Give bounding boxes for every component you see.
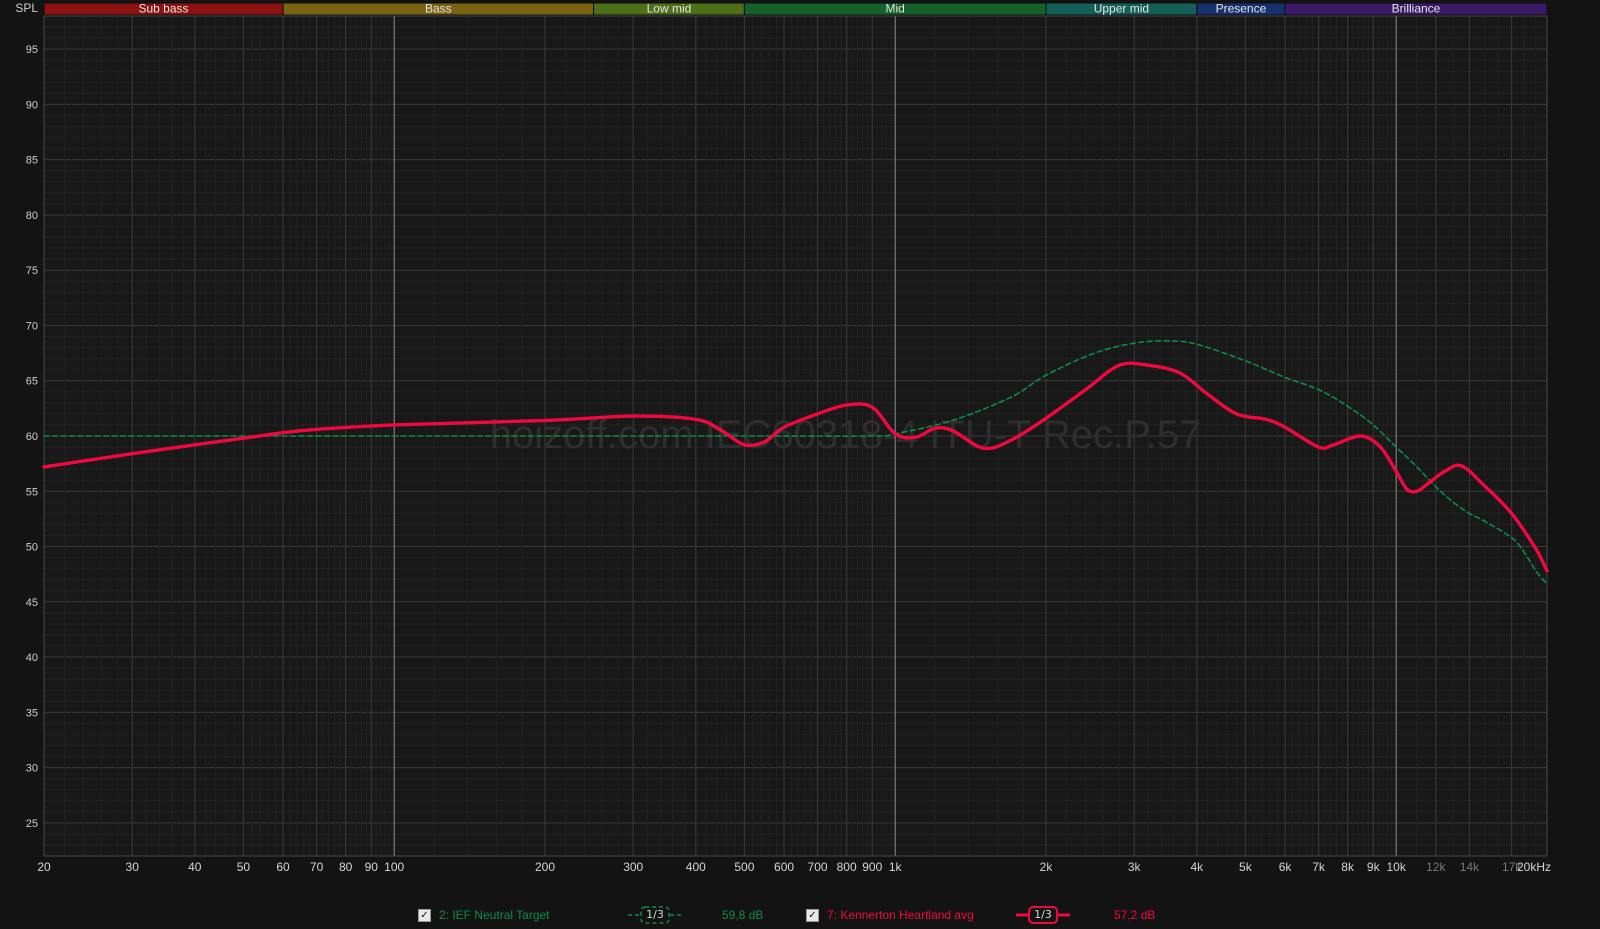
y-tick-label: 30 <box>26 763 38 775</box>
y-tick-label: 55 <box>26 486 38 498</box>
y-tick-label: 40 <box>26 652 38 664</box>
target-level: 59,8 dB <box>722 908 764 922</box>
band-label: Upper mid <box>1094 2 1149 16</box>
legend-item-measurement[interactable]: ✓ 7: Kennerton Heartland avg <box>806 903 974 927</box>
x-tick-label: 90 <box>365 860 379 874</box>
x-tick-label: 900 <box>862 860 882 874</box>
x-tick-label: 30 <box>126 860 140 874</box>
band-label: Low mid <box>647 2 692 16</box>
x-tick-label: 2k <box>1040 860 1054 874</box>
band-label: Brilliance <box>1392 2 1441 16</box>
target-smoothing-label: 1/3 <box>646 908 664 921</box>
band-label: Presence <box>1216 2 1267 16</box>
legend-item-target[interactable]: ✓ 2: IEF Neutral Target <box>418 903 550 927</box>
y-tick-label: 60 <box>26 431 38 443</box>
y-tick-label: 80 <box>26 210 38 222</box>
x-tick-label: 5k <box>1239 860 1253 874</box>
band-label: Sub bass <box>138 2 188 16</box>
y-tick-label: 25 <box>26 818 38 830</box>
y-tick-label: 90 <box>26 99 38 111</box>
target-series-name: 2: IEF Neutral Target <box>439 908 550 922</box>
y-axis-label: SPL <box>15 1 38 15</box>
y-tick-label: 50 <box>26 542 38 554</box>
x-tick-label: 10k <box>1387 860 1407 874</box>
x-tick-label: 8k <box>1341 860 1355 874</box>
y-tick-label: 95 <box>26 44 38 56</box>
x-tick-label: 600 <box>774 860 794 874</box>
band-label: Mid <box>886 2 905 16</box>
target-visibility-checkbox[interactable]: ✓ <box>418 908 431 922</box>
y-tick-label: 65 <box>26 376 38 388</box>
x-tick-label: 50 <box>237 860 251 874</box>
y-tick-labels: 25 30 35 40 45 50 55 60 65 70 75 80 85 90 95 <box>26 44 38 830</box>
x-tick-label: 40 <box>188 860 202 874</box>
measurement-visibility-checkbox[interactable]: ✓ <box>806 908 819 922</box>
x-tick-label: 6k <box>1279 860 1293 874</box>
measurement-smoothing-control[interactable]: 1/3 <box>1016 903 1070 927</box>
y-tick-label: 35 <box>26 707 38 719</box>
x-tick-label: 100 <box>384 860 404 874</box>
x-tick-label: 70 <box>310 860 324 874</box>
x-tick-label: 60 <box>276 860 290 874</box>
watermark-text: hoizoff.com IEC60318-4 ITU-T Rec.P.57 <box>490 413 1201 457</box>
x-tick-label: 200 <box>535 860 555 874</box>
x-tick-label: 500 <box>734 860 754 874</box>
y-tick-label: 85 <box>26 155 38 167</box>
target-smoothing-control[interactable]: 1/3 <box>628 903 682 927</box>
x-tick-label: 4k <box>1190 860 1204 874</box>
x-tick-label: 12k <box>1426 860 1446 874</box>
x-tick-label: 80 <box>339 860 353 874</box>
x-tick-label: 9k <box>1367 860 1381 874</box>
legend: ✓ 2: IEF Neutral Target 1/3 59,8 dB ✓ 7:… <box>0 903 1600 927</box>
x-tick-label: 700 <box>808 860 828 874</box>
measurement-series-name: 7: Kennerton Heartland avg <box>827 908 974 922</box>
y-tick-label: 70 <box>26 320 38 332</box>
x-tick-label: 800 <box>837 860 857 874</box>
y-tick-label: 45 <box>26 597 38 609</box>
x-tick-label: 1k <box>889 860 903 874</box>
x-tick-label: 14k <box>1460 860 1480 874</box>
x-tick-label: 300 <box>623 860 643 874</box>
band-label: Bass <box>425 2 452 16</box>
x-tick-label: 20 <box>37 860 51 874</box>
x-tick-label: 20kHz <box>1517 860 1551 874</box>
frequency-response-chart: SPL Sub bass Bass Low mid Mid Upper mid Prese… <box>0 0 1600 929</box>
x-tick-label: 400 <box>686 860 706 874</box>
x-tick-label: 3k <box>1128 860 1142 874</box>
frequency-bands: Sub bass Bass Low mid Mid Upper mid Presence B… <box>43 2 1548 16</box>
measurement-smoothing-label: 1/3 <box>1034 908 1052 921</box>
measurement-level: 57,2 dB <box>1114 908 1156 922</box>
x-tick-label: 7k <box>1312 860 1326 874</box>
y-tick-label: 75 <box>26 265 38 277</box>
